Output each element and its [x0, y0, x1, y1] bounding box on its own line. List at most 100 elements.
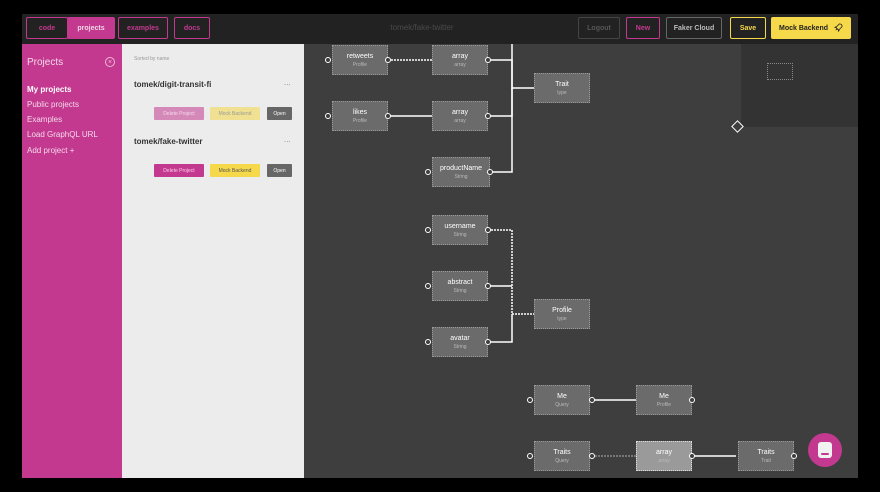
- app-window: code projects examples docs tomek/fake-t…: [0, 0, 880, 492]
- projects-sidebar: Projects × My projects Public projects E…: [22, 44, 122, 478]
- sidebar-item-examples[interactable]: Examples: [27, 115, 62, 124]
- node-port[interactable]: [425, 283, 431, 289]
- node-type: String: [453, 287, 467, 294]
- node-port[interactable]: [589, 397, 595, 403]
- node-array-selected[interactable]: array array: [636, 441, 692, 471]
- node-traits-query[interactable]: Traits Query: [534, 441, 590, 471]
- node-port[interactable]: [527, 397, 533, 403]
- sidebar-item-my-projects[interactable]: My projects: [27, 85, 71, 94]
- rocket-icon: [833, 22, 843, 34]
- node-title: Trait: [555, 80, 569, 88]
- node-type: String: [453, 343, 467, 350]
- node-type: array: [454, 117, 466, 124]
- node-title: avatar: [450, 334, 470, 342]
- tab-examples[interactable]: examples: [118, 17, 168, 39]
- node-type: String: [454, 173, 468, 180]
- node-port[interactable]: [385, 113, 391, 119]
- node-title: Traits: [757, 448, 775, 456]
- mock-backend-button[interactable]: Mock Backend: [771, 17, 851, 39]
- node-trait[interactable]: Trait type: [534, 73, 590, 103]
- node-title: retweets: [346, 52, 374, 60]
- tab-projects[interactable]: projects: [67, 17, 115, 39]
- node-port[interactable]: [325, 113, 331, 119]
- node-title: Me: [659, 392, 669, 400]
- node-type: Query: [555, 401, 569, 408]
- node-title: array: [452, 108, 468, 116]
- mock-backend-project-button[interactable]: Mock Backend: [210, 164, 260, 177]
- node-port[interactable]: [325, 57, 331, 63]
- sidebar-item-load-graphql-url[interactable]: Load GraphQL URL: [27, 130, 98, 139]
- node-title: likes: [352, 108, 367, 116]
- projects-list-panel: Sorted by name tomek/digit-transit-fi ..…: [122, 44, 304, 478]
- node-me-query[interactable]: Me Query: [534, 385, 590, 415]
- chat-icon: [818, 442, 832, 458]
- sort-label: Sorted by name: [134, 56, 170, 62]
- node-title: abstract: [447, 278, 473, 286]
- node-title: Traits: [553, 448, 571, 456]
- minimap-viewport[interactable]: [767, 63, 793, 80]
- node-title: productName: [439, 164, 483, 172]
- tab-docs[interactable]: docs: [174, 17, 210, 39]
- project-name[interactable]: tomek/fake-twitter: [134, 137, 202, 146]
- node-likes[interactable]: likes Profile: [332, 101, 388, 131]
- node-product-name[interactable]: productName String: [432, 157, 490, 187]
- node-abstract[interactable]: abstract String: [432, 271, 488, 301]
- delete-project-button[interactable]: Delete Project: [154, 164, 204, 177]
- sidebar-item-add-project[interactable]: Add project +: [27, 146, 74, 155]
- node-port[interactable]: [487, 169, 493, 175]
- node-type: type: [557, 315, 567, 322]
- open-project-button[interactable]: Open: [267, 164, 292, 177]
- node-array[interactable]: array array: [432, 101, 488, 131]
- node-port[interactable]: [485, 113, 491, 119]
- node-port[interactable]: [425, 169, 431, 175]
- node-port[interactable]: [485, 283, 491, 289]
- node-type: Profile: [656, 401, 672, 408]
- more-icon[interactable]: ...: [284, 135, 291, 144]
- node-port[interactable]: [485, 227, 491, 233]
- node-port[interactable]: [689, 453, 695, 459]
- node-port[interactable]: [485, 339, 491, 345]
- node-username[interactable]: username String: [432, 215, 488, 245]
- chat-fab-button[interactable]: [808, 433, 842, 467]
- node-port[interactable]: [385, 57, 391, 63]
- node-port[interactable]: [485, 57, 491, 63]
- more-icon[interactable]: ...: [284, 78, 291, 87]
- node-traits-type[interactable]: Traits Trait: [738, 441, 794, 471]
- node-retweets[interactable]: retweets Profile: [332, 45, 388, 75]
- node-type: Profile: [352, 117, 368, 124]
- tab-code[interactable]: code: [26, 17, 68, 39]
- node-array[interactable]: array array: [432, 45, 488, 75]
- close-icon[interactable]: ×: [105, 57, 115, 67]
- open-project-button[interactable]: Open: [267, 107, 292, 120]
- node-port[interactable]: [527, 453, 533, 459]
- node-me-profile[interactable]: Me Profile: [636, 385, 692, 415]
- node-type: type: [557, 89, 567, 96]
- save-button[interactable]: Save: [730, 17, 766, 39]
- node-type: Trait: [761, 457, 771, 464]
- delete-project-button[interactable]: Delete Project: [154, 107, 204, 120]
- logout-button[interactable]: Logout: [578, 17, 620, 39]
- mock-backend-project-button[interactable]: Mock Backend: [210, 107, 260, 120]
- minimap[interactable]: [741, 44, 858, 127]
- node-port[interactable]: [425, 227, 431, 233]
- node-profile[interactable]: Profile type: [534, 299, 590, 329]
- node-type: array: [658, 457, 670, 464]
- node-port[interactable]: [589, 453, 595, 459]
- node-port[interactable]: [791, 453, 797, 459]
- node-type: array: [454, 61, 466, 68]
- project-name[interactable]: tomek/digit-transit-fi: [134, 80, 211, 89]
- node-type: String: [453, 231, 467, 238]
- node-port[interactable]: [425, 339, 431, 345]
- faker-cloud-button[interactable]: Faker Cloud: [666, 17, 722, 39]
- node-title: array: [452, 52, 468, 60]
- node-title: Profile: [552, 306, 572, 314]
- node-title: username: [444, 222, 476, 230]
- node-avatar[interactable]: avatar String: [432, 327, 488, 357]
- project-title: tomek/fake-twitter: [390, 23, 454, 32]
- node-type: Query: [555, 457, 569, 464]
- node-port[interactable]: [689, 397, 695, 403]
- sidebar-item-public-projects[interactable]: Public projects: [27, 100, 79, 109]
- graph-canvas[interactable]: retweets Profile likes Profile array arr…: [304, 44, 858, 478]
- new-button[interactable]: New: [626, 17, 660, 39]
- top-bar: code projects examples docs tomek/fake-t…: [22, 14, 858, 44]
